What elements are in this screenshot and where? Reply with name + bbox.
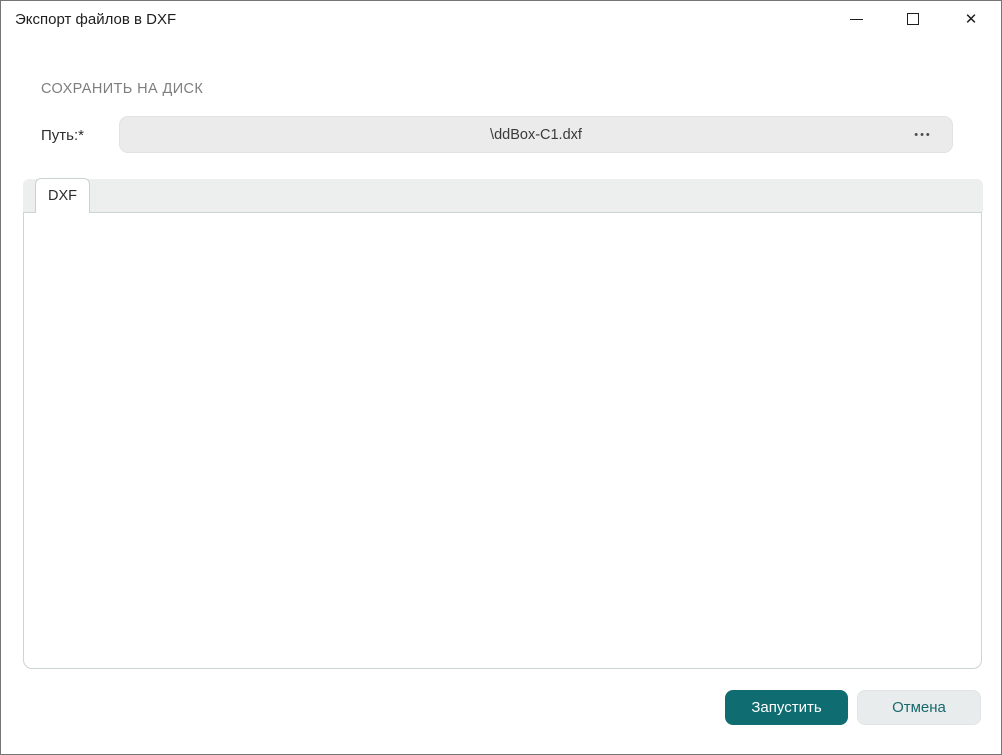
path-label: Путь:*: [41, 127, 84, 144]
browse-button[interactable]: •••: [906, 117, 940, 152]
save-to-disk-heading: СОХРАНИТЬ НА ДИСК: [41, 81, 203, 97]
minimize-button[interactable]: [834, 3, 878, 35]
path-value: \ddBox-C1.dxf: [490, 127, 582, 143]
maximize-button[interactable]: [891, 3, 935, 35]
maximize-icon: [907, 13, 919, 25]
tab-dxf-label: DXF: [48, 188, 77, 204]
close-icon: ✕: [965, 12, 978, 27]
cancel-button[interactable]: Отмена: [857, 690, 981, 725]
path-input[interactable]: \ddBox-C1.dxf •••: [119, 116, 953, 153]
export-dxf-dialog: Экспорт файлов в DXF ✕ СОХРАНИТЬ НА ДИСК…: [0, 0, 1002, 755]
close-button[interactable]: ✕: [949, 3, 993, 35]
run-button[interactable]: Запустить: [725, 690, 848, 725]
dialog-title: Экспорт файлов в DXF: [15, 11, 176, 28]
tab-content-panel: [23, 212, 982, 669]
ellipsis-icon: •••: [914, 129, 932, 141]
tab-dxf[interactable]: DXF: [35, 178, 90, 213]
minimize-icon: [850, 19, 863, 20]
tab-strip: [23, 179, 983, 212]
